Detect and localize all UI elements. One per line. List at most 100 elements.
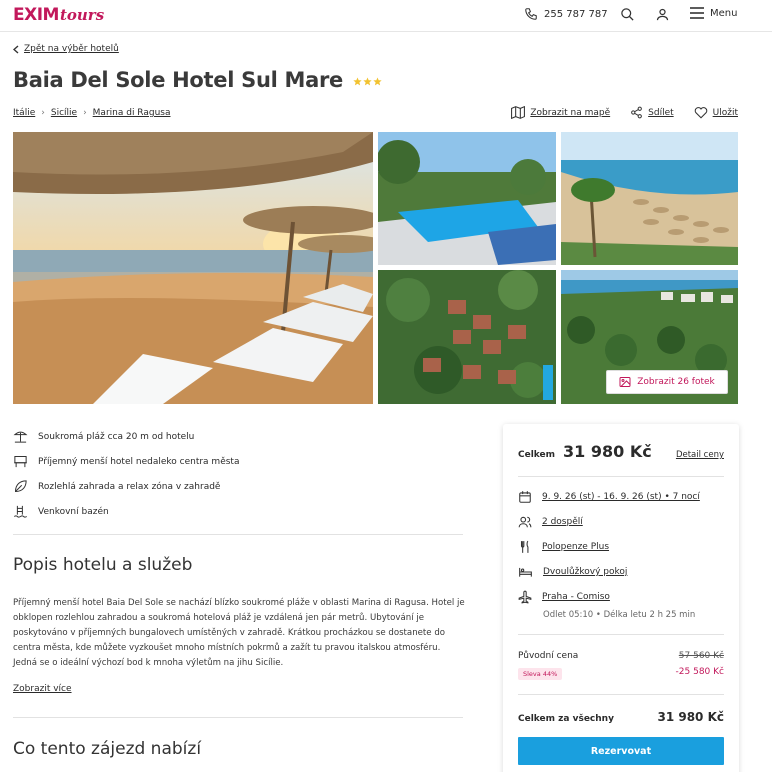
discount-amount: -25 580 Kč xyxy=(675,667,724,677)
breadcrumb-separator: › xyxy=(41,108,45,118)
original-price-value: 57 560 Kč xyxy=(678,651,724,661)
calendar-icon xyxy=(519,491,531,503)
save-label: Uložit xyxy=(712,107,738,118)
offer-heading: Co tento zájezd nabízí xyxy=(13,739,202,759)
star-rating xyxy=(353,76,382,86)
logo-secondary-text: tours xyxy=(59,6,105,24)
back-label: Zpět na výběr hotelů xyxy=(24,44,119,54)
share-label: Sdílet xyxy=(648,107,674,118)
breadcrumb-item-country[interactable]: Itálie xyxy=(13,108,35,118)
map-label: Zobrazit na mapě xyxy=(530,107,611,118)
phone-number: 255 787 787 xyxy=(544,8,608,20)
photo-illustration xyxy=(378,132,556,265)
board-text: Polopenze Plus xyxy=(542,542,610,552)
dates-text: 9. 9. 26 (st) - 16. 9. 26 (st) • 7 nocí xyxy=(542,492,700,502)
people-icon xyxy=(518,516,532,528)
flight-info: Odlet 05:10 • Délka letu 2 h 25 min xyxy=(543,610,696,620)
grand-total-value: 31 980 Kč xyxy=(657,710,724,724)
total-label: Celkem xyxy=(518,450,556,460)
photo-pool[interactable] xyxy=(378,132,556,265)
map-icon xyxy=(511,106,526,119)
airplane-icon xyxy=(518,590,532,604)
share-link[interactable]: Sdílet xyxy=(630,106,674,119)
photo-illustration xyxy=(13,132,373,404)
card-divider xyxy=(518,476,724,477)
feature-item: Příjemný menší hotel nedaleko centra měs… xyxy=(13,449,463,474)
show-all-photos-button[interactable]: Zobrazit 26 fotek xyxy=(606,370,728,394)
star-icon xyxy=(373,76,382,85)
pool-icon xyxy=(13,505,28,518)
beach-umbrella-icon xyxy=(13,431,28,443)
card-divider xyxy=(518,634,724,635)
description-heading: Popis hotelu a služeb xyxy=(13,555,193,575)
photo-beach-umbrellas[interactable] xyxy=(561,132,738,265)
original-price-label: Původní cena xyxy=(518,651,579,661)
photo-aerial-bungalows[interactable] xyxy=(378,270,556,404)
total-price: 31 980 Kč xyxy=(563,442,652,461)
bed-icon xyxy=(519,567,532,577)
back-to-hotels-link[interactable]: Zpět na výběr hotelů xyxy=(13,44,119,54)
flight-text: Praha - Comiso xyxy=(542,592,610,602)
star-icon xyxy=(363,76,372,85)
breadcrumb-item-region[interactable]: Sicílie xyxy=(51,108,77,118)
user-icon[interactable] xyxy=(655,7,670,22)
photo-illustration xyxy=(378,270,556,404)
discount-badge: Sleva 44% xyxy=(518,668,563,680)
board-row[interactable]: Polopenze Plus xyxy=(518,540,609,554)
feature-text: Venkovní bazén xyxy=(38,506,109,517)
logo-primary-text: EXIM xyxy=(13,5,59,25)
booking-card: Celkem 31 980 Kč Detail ceny 9. 9. 26 (s… xyxy=(503,424,739,772)
search-icon[interactable] xyxy=(620,7,635,22)
room-text: Dvoulůžkový pokoj xyxy=(543,567,628,577)
price-detail-link[interactable]: Detail ceny xyxy=(676,450,724,460)
star-icon xyxy=(353,76,362,85)
share-icon xyxy=(631,106,643,119)
title-row: Baia Del Sole Hotel Sul Mare xyxy=(13,68,382,92)
feature-item: Venkovní bazén xyxy=(13,499,463,524)
page-title: Baia Del Sole Hotel Sul Mare xyxy=(13,68,343,92)
room-row[interactable]: Dvoulůžkový pokoj xyxy=(518,565,627,579)
hamburger-icon xyxy=(690,7,704,19)
travelers-text: 2 dospělí xyxy=(542,517,583,527)
hotel-features-list: Soukromá pláž cca 20 m od hotelu Příjemn… xyxy=(13,424,463,524)
feature-item: Soukromá pláž cca 20 m od hotelu xyxy=(13,424,463,449)
photo-illustration xyxy=(561,132,738,265)
hotel-building-icon xyxy=(14,456,27,468)
hotel-actions: Zobrazit na mapě Sdílet Uložit xyxy=(511,106,738,119)
menu-button[interactable]: Menu xyxy=(690,7,737,19)
card-divider xyxy=(518,694,724,695)
show-on-map-link[interactable]: Zobrazit na mapě xyxy=(511,106,610,119)
feature-text: Rozlehlá zahrada a relax zóna v zahradě xyxy=(38,481,221,492)
travelers-row[interactable]: 2 dospělí xyxy=(518,515,583,529)
reserve-button[interactable]: Rezervovat xyxy=(518,737,724,765)
show-photos-label: Zobrazit 26 fotek xyxy=(637,377,715,387)
chevron-left-icon xyxy=(13,44,19,54)
menu-label: Menu xyxy=(710,7,738,19)
show-more-link[interactable]: Zobrazit více xyxy=(13,684,72,694)
breadcrumb-item-city[interactable]: Marina di Ragusa xyxy=(93,108,171,118)
dates-row[interactable]: 9. 9. 26 (st) - 16. 9. 26 (st) • 7 nocí xyxy=(518,490,700,504)
grand-total-row: Celkem za všechny 31 980 Kč xyxy=(518,710,724,724)
brand-logo[interactable]: EXIM tours xyxy=(13,5,104,25)
main-photo-beach-sunset[interactable] xyxy=(13,132,373,404)
feature-text: Soukromá pláž cca 20 m od hotelu xyxy=(38,431,195,442)
phone-icon xyxy=(525,8,537,20)
section-divider xyxy=(13,534,463,535)
hotel-description: Příjemný menší hotel Baia Del Sole se na… xyxy=(13,598,465,668)
cutlery-icon xyxy=(520,540,529,553)
card-total: Celkem 31 980 Kč xyxy=(518,442,652,461)
feature-item: Rozlehlá zahrada a relax zóna v zahradě xyxy=(13,474,463,499)
save-link[interactable]: Uložit xyxy=(694,106,738,119)
breadcrumb-separator: › xyxy=(83,108,87,118)
breadcrumb: Itálie › Sicílie › Marina di Ragusa xyxy=(13,108,171,118)
heart-icon xyxy=(694,107,707,119)
leaf-icon xyxy=(14,480,27,493)
phone-link[interactable]: 255 787 787 xyxy=(524,7,608,21)
photo-gallery: Zobrazit 26 fotek xyxy=(13,132,738,404)
top-header: EXIM tours 255 787 787 Menu xyxy=(0,0,772,32)
section-divider xyxy=(13,717,463,718)
flight-row[interactable]: Praha - Comiso xyxy=(518,590,610,604)
feature-text: Příjemný menší hotel nedaleko centra měs… xyxy=(38,456,240,467)
image-icon xyxy=(619,377,631,387)
original-price-row: Původní cena 57 560 Kč xyxy=(518,651,724,661)
